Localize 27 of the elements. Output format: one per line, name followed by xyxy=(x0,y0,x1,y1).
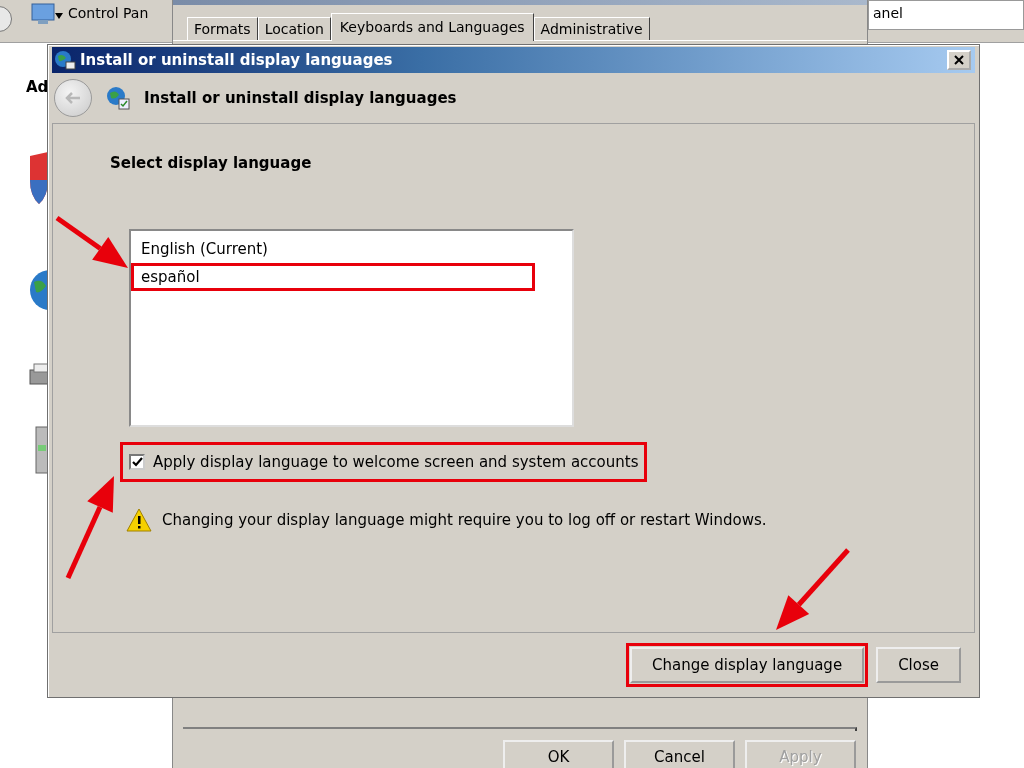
dialog-button[interactable]: Cancel xyxy=(624,740,735,768)
list-item[interactable]: English (Current) xyxy=(131,235,572,263)
section-label: Ad xyxy=(26,78,49,96)
caret-icon[interactable] xyxy=(55,13,63,19)
back-arrow-icon xyxy=(64,91,82,105)
page-heading: Install or uninstall display languages xyxy=(144,89,457,107)
search-field[interactable]: anel xyxy=(868,0,1024,30)
tab[interactable]: Location xyxy=(257,17,331,40)
checkbox[interactable] xyxy=(129,454,145,470)
address-text[interactable]: Control Pan xyxy=(68,5,149,21)
warning-text: Changing your display language might require you to log off or restart Windows. xyxy=(162,511,767,529)
tab[interactable]: Administrative xyxy=(533,17,650,40)
dialog-button[interactable]: Close xyxy=(876,647,961,683)
close-button[interactable] xyxy=(947,50,971,70)
section-title: Select display language xyxy=(110,154,312,172)
globe-icon xyxy=(106,86,130,110)
window-title: Install or uninstall display languages xyxy=(80,51,394,69)
globe-icon xyxy=(54,50,76,70)
warning-icon xyxy=(126,508,152,532)
checkbox-label[interactable]: Apply display language to welcome screen and system accounts xyxy=(153,453,639,471)
highlighted-list-item[interactable]: español xyxy=(131,263,535,291)
dialog-button[interactable]: Change display language xyxy=(630,647,865,683)
tab[interactable]: Keyboards and Languages xyxy=(330,13,534,41)
shield-icon xyxy=(28,150,50,206)
dialog-button[interactable]: OK xyxy=(503,740,614,768)
close-icon xyxy=(954,55,964,65)
tab[interactable]: Formats xyxy=(187,17,258,40)
